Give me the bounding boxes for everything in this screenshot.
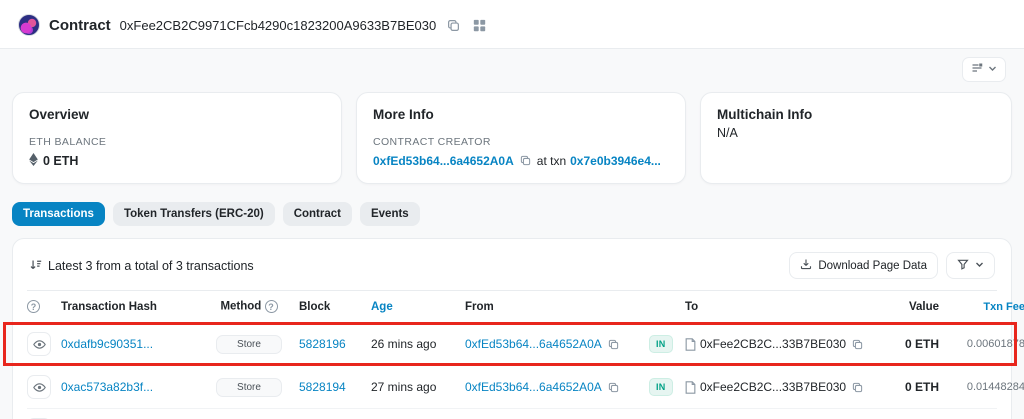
col-from: From (465, 301, 649, 313)
contract-creator-label: CONTRACT CREATOR (373, 136, 669, 148)
copy-to-button[interactable] (850, 337, 865, 352)
tab-events[interactable]: Events (360, 202, 420, 226)
contract-file-icon (685, 381, 696, 394)
chevron-down-icon (975, 260, 984, 272)
download-page-data-button[interactable]: Download Page Data (789, 252, 938, 279)
eye-preview-button[interactable] (27, 375, 51, 399)
copy-address-button[interactable] (445, 17, 462, 34)
tab-contract[interactable]: Contract (283, 202, 352, 226)
table-header-row: ? Transaction Hash Method ? Block Age Fr… (27, 290, 997, 323)
creator-address-link[interactable]: 0xfEd53b64...6a4652A0A (373, 154, 514, 168)
contract-header: Contract 0xFee2CB2C9971CFcb4290c1823200A… (0, 0, 1024, 49)
transactions-panel: Latest 3 from a total of 3 transactions … (12, 238, 1012, 419)
transactions-summary: Latest 3 from a total of 3 transactions (29, 258, 254, 274)
at-txn-label: at txn (537, 154, 566, 168)
contract-address: 0xFee2CB2C9971CFcb4290c1823200A9633B7BE0… (120, 18, 437, 33)
sort-icon (29, 258, 42, 274)
col-block: Block (299, 301, 371, 313)
tx-hash-link[interactable]: 0xac573a82b3f... (61, 380, 153, 394)
block-link[interactable]: 5828194 (299, 380, 346, 394)
more-info-card: More Info CONTRACT CREATOR 0xfEd53b64...… (356, 92, 686, 184)
creation-txn-link[interactable]: 0x7e0b3946e4... (570, 154, 661, 168)
copy-icon (520, 155, 531, 166)
tab-token-transfers[interactable]: Token Transfers (ERC-20) (113, 202, 275, 226)
copy-from-button[interactable] (606, 380, 621, 395)
age-text: 26 mins ago (371, 337, 465, 351)
table-row: 0x7e0b3946e4... 0x60806040 5828190 27 mi… (27, 409, 997, 419)
value-text: 0 ETH (877, 380, 939, 394)
copy-icon (608, 382, 619, 393)
overview-card: Overview ETH BALANCE 0 ETH (12, 92, 342, 184)
help-icon[interactable]: ? (27, 300, 40, 313)
method-badge[interactable]: Store (216, 335, 282, 354)
col-value: Value (877, 301, 939, 313)
value-text: 0 ETH (877, 337, 939, 351)
table-row: 0xdafb9c90351... Store 5828196 26 mins a… (27, 323, 997, 366)
direction-in-badge: IN (649, 378, 673, 396)
copy-icon (608, 339, 619, 350)
block-link[interactable]: 5828196 (299, 337, 346, 351)
download-label: Download Page Data (818, 260, 927, 272)
tab-transactions[interactable]: Transactions (12, 202, 105, 226)
copy-icon (447, 19, 460, 32)
multichain-card: Multichain Info N/A (700, 92, 1012, 184)
from-address-link[interactable]: 0xfEd53b64...6a4652A0A (465, 337, 602, 351)
col-transaction-hash: Transaction Hash (61, 301, 199, 313)
help-icon[interactable]: ? (265, 300, 278, 313)
eth-balance-value: 0 ETH (43, 154, 78, 168)
copy-icon (852, 339, 863, 350)
overview-title: Overview (29, 107, 325, 122)
multichain-value: N/A (717, 126, 995, 140)
eye-preview-button[interactable] (27, 332, 51, 356)
tab-bar: Transactions Token Transfers (ERC-20) Co… (0, 200, 1024, 238)
col-method: Method ? (199, 300, 299, 313)
col-age[interactable]: Age (371, 301, 465, 313)
more-info-title: More Info (373, 107, 669, 122)
table-row: 0xac573a82b3f... Store 5828194 27 mins a… (27, 366, 997, 409)
qr-code-icon (473, 19, 486, 32)
view-options-button[interactable] (962, 57, 1006, 82)
download-icon (800, 258, 812, 273)
qr-code-button[interactable] (471, 17, 488, 34)
to-address[interactable]: 0xFee2CB2C...33B7BE030 (700, 380, 846, 394)
direction-in-badge: IN (649, 335, 673, 353)
transactions-summary-text: Latest 3 from a total of 3 transactions (48, 259, 254, 273)
contract-identicon (18, 14, 40, 36)
txn-fee-text: 0.00601878 (939, 338, 1024, 350)
copy-creator-button[interactable] (518, 153, 533, 168)
age-text: 27 mins ago (371, 380, 465, 394)
to-address[interactable]: 0xFee2CB2C...33B7BE030 (700, 337, 846, 351)
list-settings-icon (971, 62, 983, 77)
method-badge[interactable]: Store (216, 378, 282, 397)
col-to: To (685, 301, 877, 313)
chevron-down-icon (988, 64, 997, 76)
txn-fee-text: 0.01448284 (939, 381, 1024, 393)
copy-to-button[interactable] (850, 380, 865, 395)
eth-balance-label: ETH BALANCE (29, 136, 325, 148)
filter-button[interactable] (946, 252, 995, 279)
col-txn-fee[interactable]: Txn Fee (939, 301, 1024, 313)
multichain-title: Multichain Info (717, 107, 995, 122)
page-title: Contract (49, 17, 111, 34)
filter-funnel-icon (957, 258, 969, 273)
contract-file-icon (685, 338, 696, 351)
copy-from-button[interactable] (606, 337, 621, 352)
info-cards-row: Overview ETH BALANCE 0 ETH More Info CON… (0, 92, 1024, 200)
tx-hash-link[interactable]: 0xdafb9c90351... (61, 337, 153, 351)
sub-toolbar (0, 49, 1024, 92)
eth-diamond-icon (29, 153, 38, 169)
from-address-link[interactable]: 0xfEd53b64...6a4652A0A (465, 380, 602, 394)
copy-icon (852, 382, 863, 393)
